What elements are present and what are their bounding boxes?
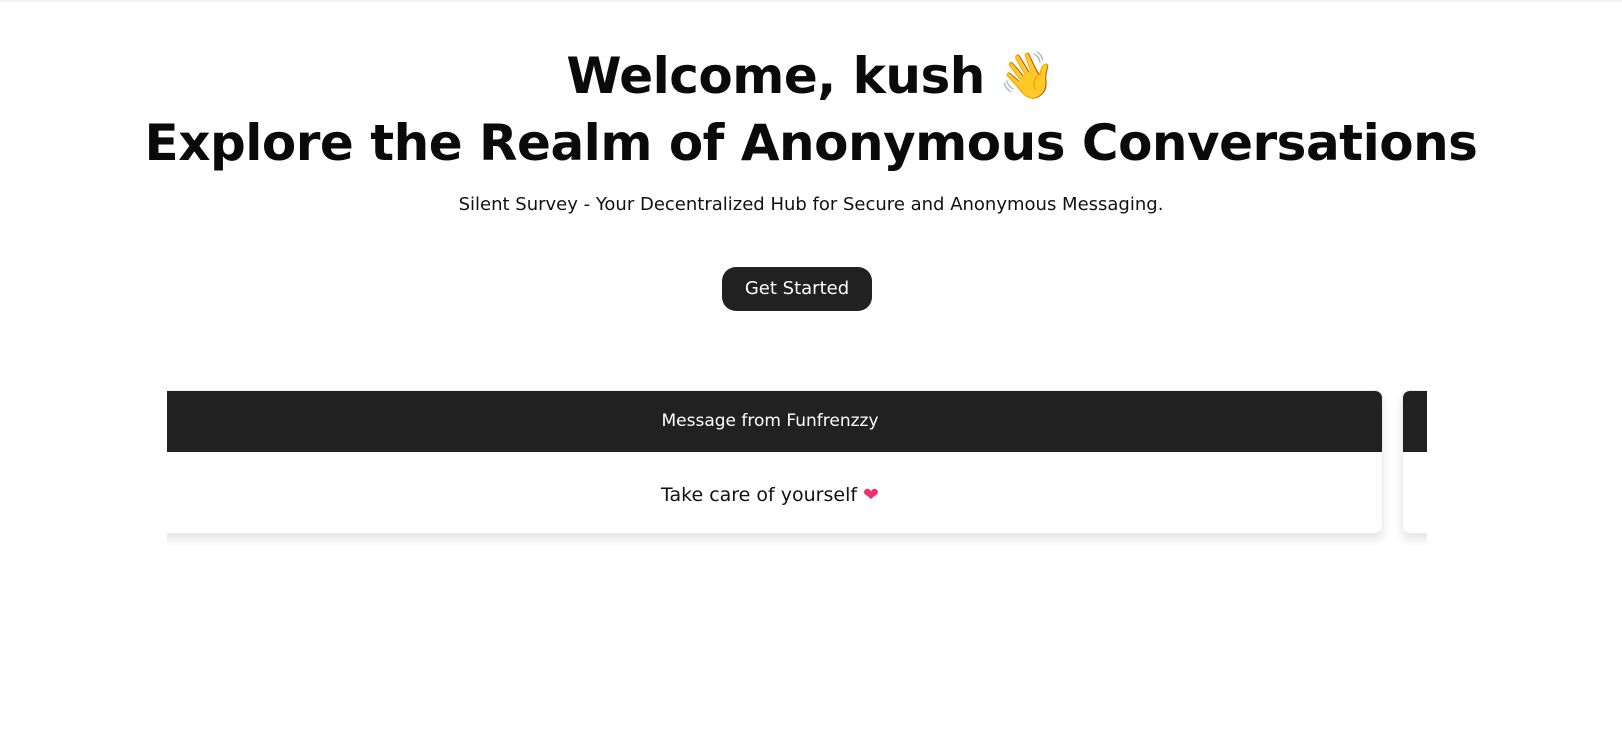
message-card-header: Message from Funfrenzzy [167, 391, 1382, 452]
message-text: Take care of yourself [661, 484, 858, 506]
heart-icon: ❤ [863, 484, 879, 506]
subtitle-text: Silent Survey - Your Decentralized Hub f… [458, 194, 1164, 215]
next-message-card [1402, 390, 1427, 534]
next-message-card-header [1403, 391, 1427, 452]
message-card: Message from Funfrenzzy Take care of you… [167, 390, 1383, 534]
welcome-heading: Welcome, kush 👋 [0, 44, 1622, 107]
message-card-body: Take care of yourself ❤ [167, 452, 1382, 533]
get-started-button[interactable]: Get Started [722, 267, 872, 311]
top-divider [0, 0, 1622, 3]
messages-carousel[interactable]: Message from Funfrenzzy Take care of you… [167, 390, 1427, 545]
tagline-heading: Explore the Realm of Anonymous Conversat… [144, 114, 1478, 172]
waving-hand-icon: 👋 [998, 48, 1056, 102]
welcome-text: Welcome, kush [566, 47, 985, 105]
